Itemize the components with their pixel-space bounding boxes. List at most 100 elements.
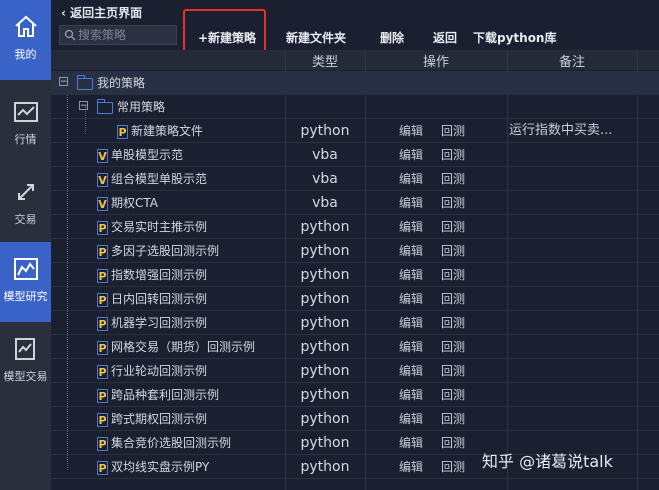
strategy-type: vba	[312, 171, 338, 187]
backtest-link[interactable]: 回测	[441, 455, 465, 479]
sidebar-item-label: 交易	[14, 213, 37, 226]
search-box	[59, 25, 177, 45]
strategy-name: 期权CTA	[111, 196, 158, 210]
strategy-type: python	[300, 243, 350, 259]
strategy-note	[509, 407, 639, 431]
backtest-link[interactable]: 回测	[441, 431, 465, 455]
backtest-link[interactable]: 回测	[441, 383, 465, 407]
backtest-link[interactable]: 回测	[441, 359, 465, 383]
highlight-box	[183, 9, 266, 56]
strategy-type: python	[300, 267, 350, 283]
search-input[interactable]	[78, 27, 174, 43]
strategy-type: python	[300, 411, 350, 427]
sidebar-item-model-research[interactable]: 模型研究	[0, 242, 51, 322]
edit-link[interactable]: 编辑	[399, 407, 423, 431]
strategy-note	[509, 239, 639, 263]
edit-link[interactable]: 编辑	[399, 239, 423, 263]
strategy-row[interactable]: P 跨品种套利回测示例 python 编辑 回测	[51, 383, 659, 407]
strategy-name: 网格交易（期货）回测示例	[111, 340, 256, 354]
strategy-name: 多因子选股回测示例	[111, 244, 220, 258]
sidebar-item-mine[interactable]: 我的	[0, 0, 51, 80]
edit-link[interactable]: 编辑	[399, 383, 423, 407]
strategy-type: python	[300, 123, 350, 139]
edit-link[interactable]: 编辑	[399, 215, 423, 239]
backtest-link[interactable]: 回测	[441, 215, 465, 239]
strategy-type: python	[300, 315, 350, 331]
edit-link[interactable]: 编辑	[399, 431, 423, 455]
strategy-name: 双均线实盘示例PY	[111, 460, 210, 474]
file-type-icon: P	[97, 412, 108, 427]
edit-link[interactable]: 编辑	[399, 359, 423, 383]
new-folder-button[interactable]: 新建文件夹	[286, 29, 346, 46]
collapse-toggle-icon[interactable]: −	[79, 101, 88, 111]
watermark: 知乎 @诸葛说talk	[482, 452, 613, 471]
strategy-row[interactable]: P 跨式期权回测示例 python 编辑 回测	[51, 407, 659, 431]
strategy-note: 运行指数中买卖...	[509, 123, 613, 138]
strategy-name: 跨式期权回测示例	[111, 412, 208, 426]
file-type-icon: V	[97, 148, 108, 163]
sidebar-item-trade[interactable]: 交易	[0, 165, 51, 245]
strategy-name: 跨品种套利回测示例	[111, 388, 220, 402]
backtest-link[interactable]: 回测	[441, 311, 465, 335]
edit-link[interactable]: 编辑	[399, 311, 423, 335]
backtest-link[interactable]: 回测	[441, 407, 465, 431]
file-type-icon: V	[97, 172, 108, 187]
file-type-icon: P	[97, 388, 108, 403]
collapse-toggle-icon[interactable]: −	[59, 77, 68, 87]
strategy-note	[509, 263, 639, 287]
strategy-row[interactable]: P 新建策略文件 python 编辑 回测 运行指数中买卖...	[51, 119, 659, 143]
backtest-link[interactable]: 回测	[441, 263, 465, 287]
strategy-note	[509, 335, 639, 359]
backtest-link[interactable]: 回测	[441, 335, 465, 359]
strategy-row[interactable]: V 期权CTA vba 编辑 回测	[51, 191, 659, 215]
header-operation: 操作	[422, 55, 449, 70]
edit-link[interactable]: 编辑	[399, 335, 423, 359]
file-type-icon: P	[97, 364, 108, 379]
strategy-note	[509, 143, 639, 167]
edit-link[interactable]: 编辑	[399, 287, 423, 311]
strategy-row[interactable]: P 交易实时主推示例 python 编辑 回测	[51, 215, 659, 239]
back-button[interactable]: 返回	[433, 29, 457, 46]
file-type-icon: P	[117, 124, 128, 139]
folder-row-root[interactable]: − 我的策略	[51, 71, 659, 95]
sidebar-item-label: 模型交易	[3, 370, 48, 383]
folder-icon	[77, 74, 93, 90]
delete-button[interactable]: 删除	[380, 29, 404, 46]
backtest-link[interactable]: 回测	[441, 191, 465, 215]
chevron-left-icon: ‹	[61, 6, 71, 20]
edit-link[interactable]: 编辑	[399, 455, 423, 479]
backtest-link[interactable]: 回测	[441, 167, 465, 191]
strategy-name: 单股模型示范	[111, 148, 184, 162]
strategy-row[interactable]: V 组合模型单股示范 vba 编辑 回测	[51, 167, 659, 191]
sidebar-item-market[interactable]: 行情	[0, 85, 51, 165]
strategy-row[interactable]: P 多因子选股回测示例 python 编辑 回测	[51, 239, 659, 263]
download-python-button[interactable]: 下载python库	[473, 29, 556, 46]
strategy-row[interactable]: P 指数增强回测示例 python 编辑 回测	[51, 263, 659, 287]
strategy-name: 集合竞价选股回测示例	[111, 436, 232, 450]
strategy-row[interactable]: P 网格交易（期货）回测示例 python 编辑 回测	[51, 335, 659, 359]
backtest-link[interactable]: 回测	[441, 239, 465, 263]
edit-link[interactable]: 编辑	[399, 263, 423, 287]
edit-link[interactable]: 编辑	[399, 143, 423, 167]
sidebar-item-label: 行情	[14, 133, 37, 146]
backtest-link[interactable]: 回测	[441, 143, 465, 167]
file-type-icon: P	[97, 220, 108, 235]
folder-name: 常用策略	[117, 100, 166, 114]
backtest-link[interactable]: 回测	[441, 119, 465, 143]
backtest-link[interactable]: 回测	[441, 287, 465, 311]
strategy-type: python	[300, 363, 350, 379]
strategy-note	[509, 311, 639, 335]
strategy-type: python	[300, 339, 350, 355]
sidebar-item-model-trade[interactable]: 模型交易	[0, 322, 51, 402]
strategy-row[interactable]: P 机器学习回测示例 python 编辑 回测	[51, 311, 659, 335]
edit-link[interactable]: 编辑	[399, 167, 423, 191]
back-to-home-link[interactable]: ‹ 返回主页界面	[61, 4, 142, 21]
strategy-row[interactable]: V 单股模型示范 vba 编辑 回测	[51, 143, 659, 167]
file-type-icon: P	[97, 340, 108, 355]
edit-link[interactable]: 编辑	[399, 119, 423, 143]
folder-row-common[interactable]: − 常用策略	[51, 95, 659, 119]
folder-icon	[97, 98, 113, 114]
strategy-row[interactable]: P 日内回转回测示例 python 编辑 回测	[51, 287, 659, 311]
edit-link[interactable]: 编辑	[399, 191, 423, 215]
strategy-row[interactable]: P 行业轮动回测示例 python 编辑 回测	[51, 359, 659, 383]
